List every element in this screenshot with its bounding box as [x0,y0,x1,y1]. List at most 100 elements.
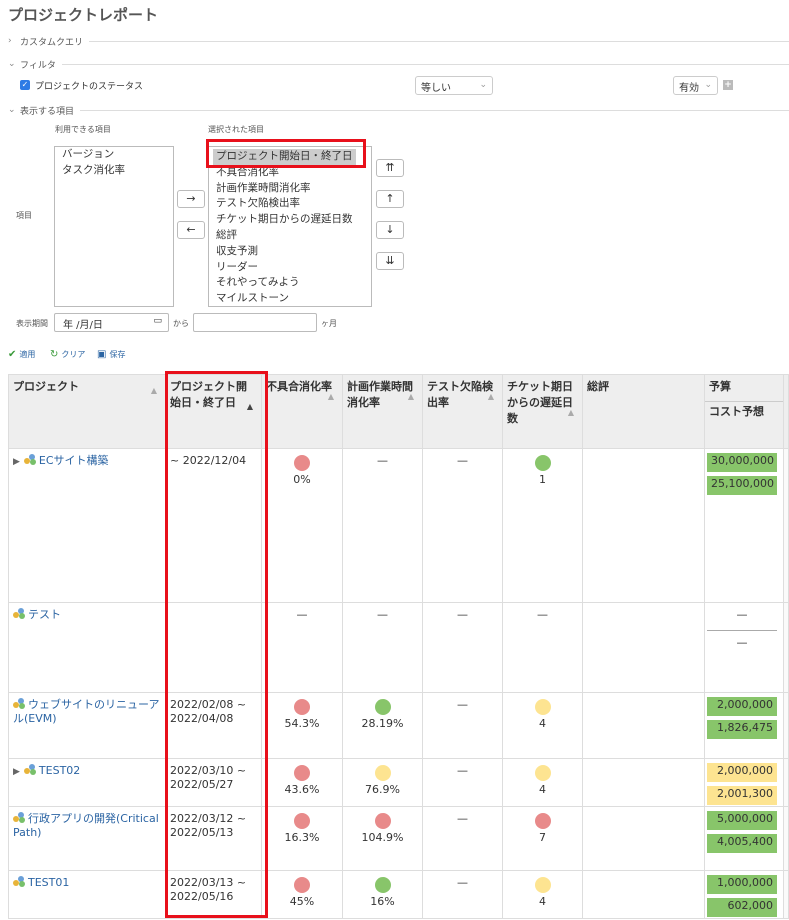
table-row: ウェブサイトのリニューアル(EVM) 2022/02/08 ~ 2022/04/0… [8,692,789,759]
budget-value: 2,000,000 [707,763,777,782]
cost-value: — [736,636,748,649]
move-bottom-button[interactable]: ⇊ [376,252,404,270]
move-left-button[interactable]: ← [177,221,205,239]
header-planned[interactable]: 計画作業時間消化率 ▲ [342,374,423,449]
chevron-right-icon: › [8,36,12,46]
move-up-button[interactable]: ↑ [376,190,404,208]
status-dot-icon [534,455,551,471]
add-filter-icon[interactable]: + [723,80,733,90]
project-link: TEST01 [28,876,70,889]
move-right-button[interactable]: → [177,190,205,208]
section-filter[interactable]: ⌄ フィルタ [8,57,789,71]
table-row: ▶ TEST02 2022/03/10 ~ 2022/05/27 43.6% 76.9%… [8,758,789,807]
available-columns-list[interactable]: バージョン タスク消化率 [54,146,174,307]
project-link: ウェブサイトのリニューアル(EVM) [13,698,160,725]
project-cell[interactable]: ▶ ECサイト構築 [8,448,166,603]
project-link: ECサイト構築 [38,454,109,467]
expand-icon[interactable]: ▶ [13,457,20,467]
filter-label: プロジェクトのステータス [35,82,144,92]
months-unit: ヶ月 [321,319,337,328]
budget-value: — [736,608,748,621]
project-link: テスト [28,608,61,621]
selected-option[interactable]: 収支予測 [216,244,364,260]
period-label: 表示期間 [16,319,48,328]
project-icon [13,812,25,823]
status-dot-icon [374,765,391,781]
selected-option[interactable]: それやってみよう [216,275,364,291]
project-icon [13,608,25,619]
header-test[interactable]: テスト欠陥検出率 ▲ [422,374,503,449]
start-date-input[interactable]: 年 /月/日 ▭ [54,313,169,332]
project-link: 行政アプリの開発(Critical Path) [13,812,159,839]
project-icon [13,876,25,887]
status-dot-icon [294,455,310,471]
header-review: 総評 [582,374,705,449]
filter-value-select[interactable]: 有効 ⌄ [673,76,718,95]
status-dot-icon [534,699,551,715]
available-option[interactable]: バージョン [62,147,166,163]
save-icon: ▣ [97,349,107,360]
header-project[interactable]: プロジェクト ▲ [8,374,166,449]
selected-option[interactable]: 総評 [216,228,364,244]
status-dot-icon [294,877,310,893]
table-row: ▶ ECサイト構築 ~ 2022/12/04 0% — —1 30,000,000 25,10… [8,448,789,603]
table-row: TEST01 2022/03/13 ~ 2022/05/16 45% 16% —4 1,0… [8,870,789,919]
budget-value: 1,000,000 [707,875,777,894]
budget-value: 5,000,000 [707,811,777,830]
status-dot-icon [294,699,310,715]
chevron-down-icon: ⌄ [8,59,16,69]
project-cell[interactable]: テスト [8,602,166,693]
selected-option[interactable]: テスト欠陥検出率 [216,196,364,212]
status-dot-icon [534,813,551,829]
move-top-button[interactable]: ⇈ [376,159,404,177]
status-dot-icon [374,813,391,829]
project-icon [23,764,36,775]
filter-operator-select[interactable]: 等しい ⌄ [415,76,493,95]
chevron-down-icon: ⌄ [8,105,16,115]
months-input[interactable] [193,313,317,332]
calendar-icon: ▭ [153,316,162,326]
page-title: プロジェクトレポート [8,6,159,24]
status-dot-icon [294,813,310,829]
selected-columns-list[interactable]: プロジェクト開始日・終了日 不具合消化率 計画作業時間消化率 テスト欠陥検出率 チケット… [208,146,372,307]
project-cell[interactable]: ▶ TEST02 [8,758,166,807]
dates-column-highlight [165,371,268,918]
available-option[interactable]: タスク消化率 [62,163,166,179]
selected-label: 選択された項目 [208,125,264,134]
selected-option[interactable]: チケット期日からの遅延日数 [216,212,364,228]
header-defect[interactable]: 不具合消化率 ▲ [261,374,343,449]
move-down-button[interactable]: ↓ [376,221,404,239]
status-filter-checkbox[interactable]: ✓ [20,80,30,90]
project-link: TEST02 [38,764,81,777]
check-icon: ✔ [8,349,17,360]
reload-icon: ↻ [50,349,59,360]
project-icon [23,454,36,465]
status-dot-icon [534,765,551,781]
section-display-items[interactable]: ⌄ 表示する項目 [8,103,789,117]
project-cell[interactable]: ウェブサイトのリニューアル(EVM) [8,692,166,759]
cost-value: 2,001,300 [707,786,777,805]
status-dot-icon [374,699,391,715]
status-dot-icon [534,877,551,893]
expand-icon[interactable]: ▶ [13,767,20,777]
selected-option[interactable]: マイルストーン [216,291,364,306]
section-custom-query[interactable]: › カスタムクエリ [8,34,789,48]
from-label: から [173,319,189,328]
cost-value: 602,000 [707,898,777,917]
selected-option[interactable]: 計画作業時間消化率 [216,181,364,197]
status-dot-icon [294,765,310,781]
save-link[interactable]: ▣ 保存 [97,349,125,360]
selected-item-highlight [206,139,366,168]
header-delay[interactable]: チケット期日からの遅延日数 ▲ [502,374,583,449]
selected-option[interactable]: リーダー [216,260,364,276]
cost-value: 4,005,400 [707,834,777,853]
project-cell[interactable]: 行政アプリの開発(Critical Path) [8,806,166,871]
clear-link[interactable]: ↻ クリア [50,349,85,360]
table-row: 行政アプリの開発(Critical Path) 2022/03/12 ~ 2022… [8,806,789,871]
project-report-table: プロジェクト ▲ プロジェクト開始日・終了日 ▲ 不具合消化率 ▲ 計画作業時間消化率… [8,374,789,919]
items-row-label: 項目 [16,211,32,220]
status-dot-icon [374,877,391,893]
table-row: テスト — — — — — — [8,602,789,693]
project-cell[interactable]: TEST01 [8,870,166,919]
apply-link[interactable]: ✔ 適用 [8,349,35,360]
